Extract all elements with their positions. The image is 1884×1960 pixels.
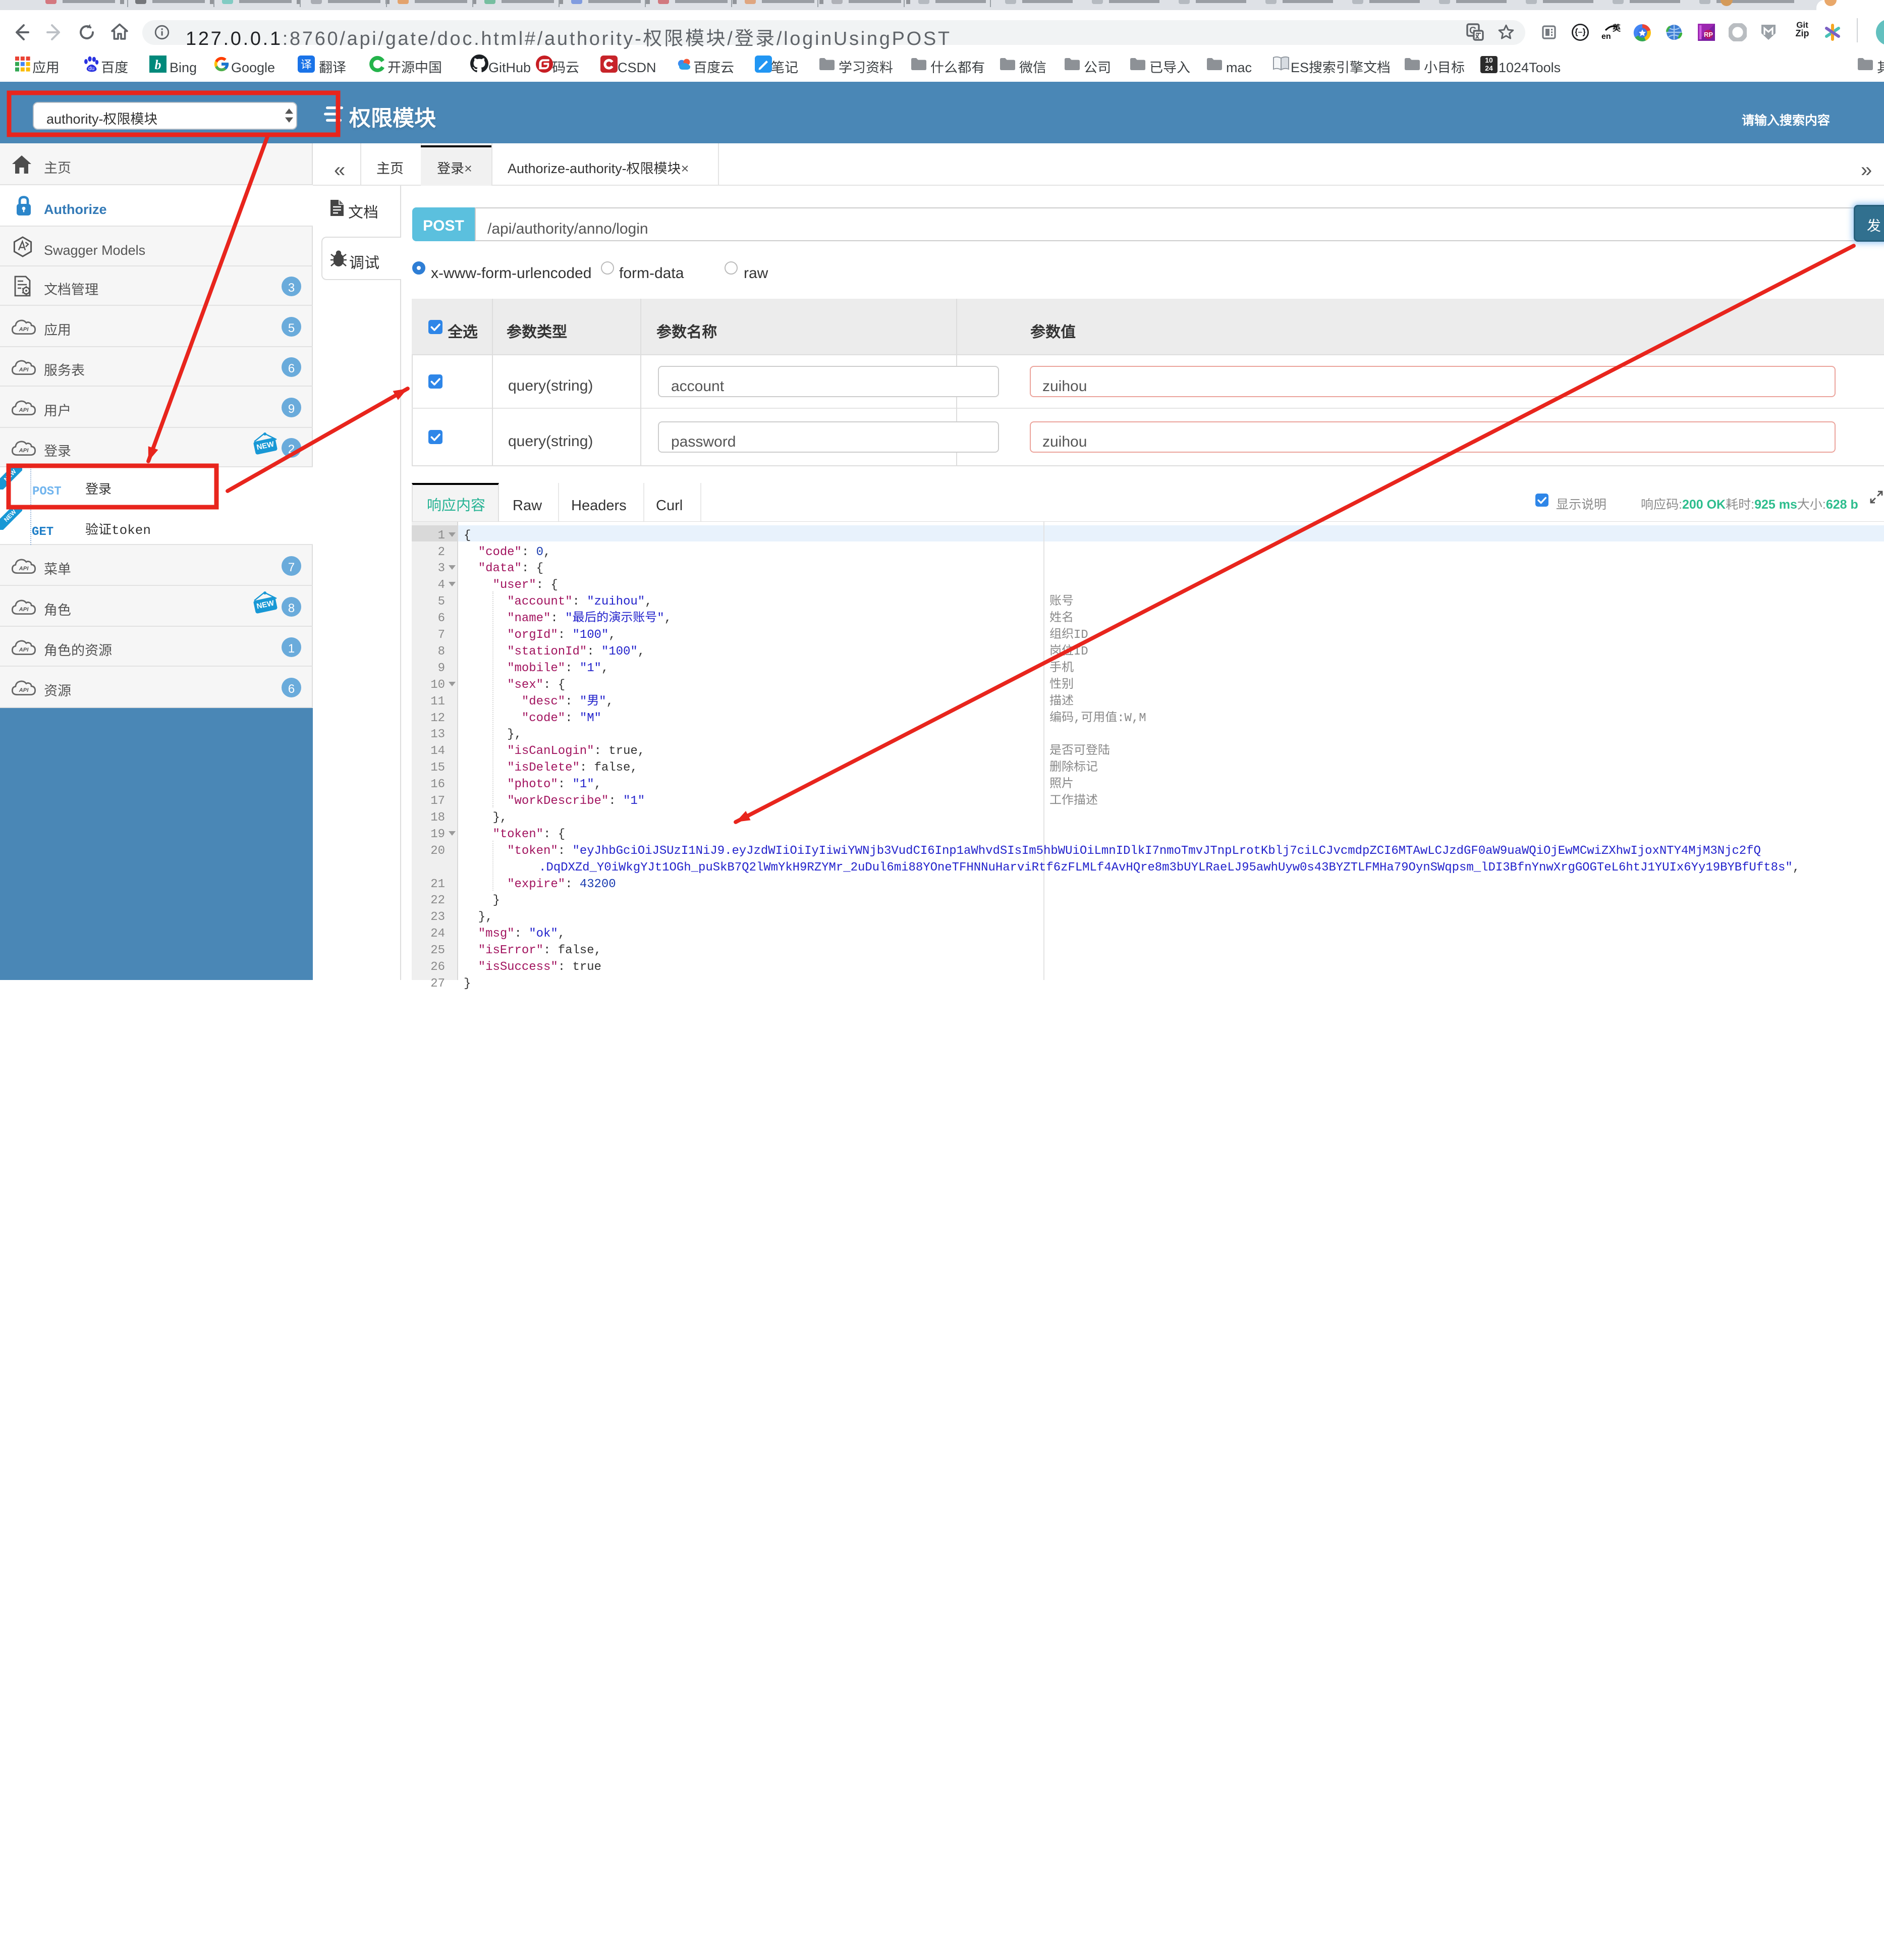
svg-text:b: b: [155, 58, 161, 72]
svg-text:译: 译: [301, 56, 312, 72]
svg-text:RP: RP: [1704, 31, 1713, 38]
svg-text:API: API: [19, 647, 29, 653]
svg-text:API: API: [19, 448, 29, 454]
svg-text:API: API: [19, 407, 29, 413]
svg-text:API: API: [19, 367, 29, 373]
svg-text:API: API: [19, 607, 29, 613]
svg-text:du: du: [88, 66, 94, 72]
svg-text:API: API: [19, 326, 29, 333]
svg-text:API: API: [19, 687, 29, 693]
svg-text:API: API: [19, 566, 29, 572]
